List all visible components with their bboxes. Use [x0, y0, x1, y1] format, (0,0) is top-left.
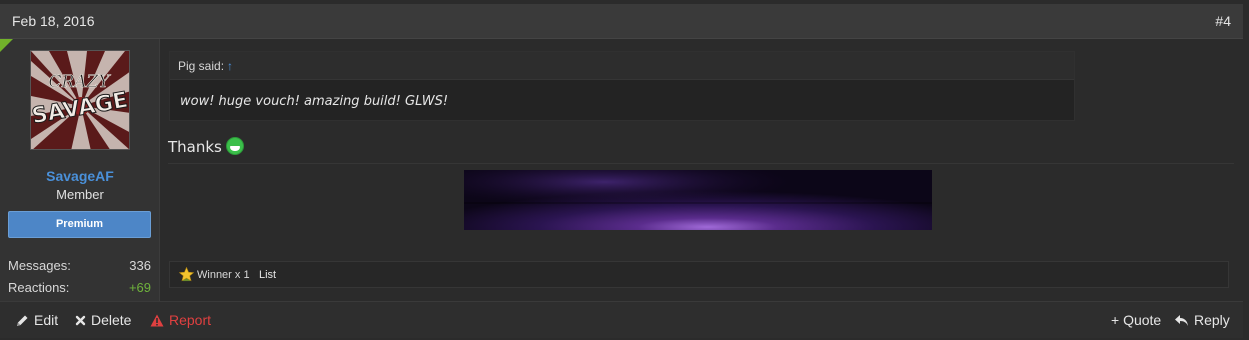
avatar[interactable]: CRAZY SAVAGE	[30, 50, 130, 150]
quote-label: + Quote	[1111, 312, 1162, 328]
reply-label: Reply	[1194, 312, 1230, 328]
quote-button[interactable]: + Quote	[1111, 312, 1161, 328]
report-label: Report	[169, 312, 212, 328]
user-title: Member	[56, 187, 104, 202]
message-body: Thanks	[168, 138, 222, 156]
message-text: Thanks	[168, 137, 244, 156]
winner-star-icon	[179, 267, 194, 282]
reactions-value[interactable]: +69	[129, 280, 151, 295]
signature-banner-image	[464, 170, 932, 230]
svg-text:CRAZY: CRAZY	[48, 72, 111, 92]
report-button[interactable]: Report	[150, 312, 211, 328]
warning-icon	[150, 314, 164, 326]
close-icon	[75, 315, 86, 325]
delete-label: Delete	[91, 312, 132, 328]
grin-emoji-icon	[225, 137, 244, 155]
post-actions: Edit Delete Report + Quote Reply	[0, 301, 1243, 338]
post-header: Feb 18, 2016 #4	[0, 4, 1243, 39]
edit-button[interactable]: Edit	[16, 312, 58, 328]
quote-block: Pig said: ↑ wow! huge vouch! amazing buil…	[169, 51, 1075, 121]
post-permalink[interactable]: #4	[1215, 13, 1231, 29]
username-link[interactable]: SavageAF	[0, 168, 160, 184]
forum-post: Feb 18, 2016 #4 CRAZY SAVAGE SavageAF Me…	[0, 0, 1249, 340]
messages-label: Messages:	[8, 258, 71, 273]
quote-author-label: Pig said:	[178, 59, 225, 73]
divider	[168, 163, 1234, 164]
reaction-list-link[interactable]: List	[259, 269, 276, 281]
new-post-flag	[0, 39, 13, 52]
reply-button[interactable]: Reply	[1174, 312, 1230, 328]
reactions-bar: Winner x 1 List	[169, 261, 1229, 288]
pencil-icon	[17, 315, 28, 326]
delete-button[interactable]: Delete	[75, 312, 131, 328]
post-content: Pig said: ↑ wow! huge vouch! amazing buil…	[160, 39, 1243, 301]
avatar-image: CRAZY SAVAGE	[31, 51, 129, 149]
user-panel: CRAZY SAVAGE SavageAF Member Premium Mes…	[0, 39, 160, 301]
premium-badge: Premium	[8, 211, 151, 238]
messages-value[interactable]: 336	[129, 258, 151, 273]
reaction-summary[interactable]: Winner x 1	[197, 269, 250, 281]
post-date[interactable]: Feb 18, 2016	[12, 13, 95, 29]
quote-header: Pig said: ↑	[170, 52, 1074, 80]
reactions-label: Reactions:	[8, 280, 70, 295]
quote-jump-icon[interactable]: ↑	[227, 59, 233, 73]
quote-author: Pig said: ↑	[178, 59, 233, 73]
quote-text: wow! huge vouch! amazing build! GLWS!	[180, 94, 449, 109]
reply-arrow-icon	[1175, 314, 1188, 326]
edit-label: Edit	[34, 312, 59, 328]
